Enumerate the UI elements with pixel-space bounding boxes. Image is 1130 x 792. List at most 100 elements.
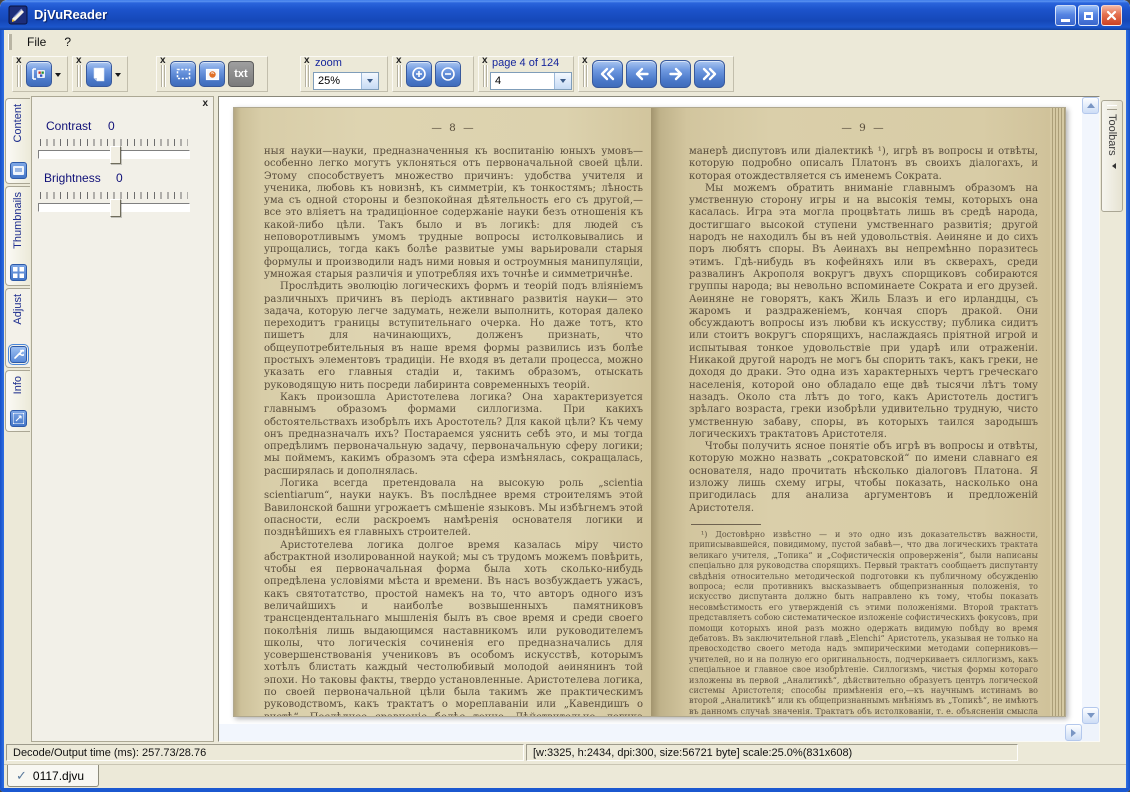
last-page-icon (701, 67, 718, 81)
maximize-button[interactable] (1078, 5, 1099, 26)
title-bar[interactable]: DjVuReader (0, 0, 1130, 30)
toolbar-grip[interactable] (17, 65, 22, 87)
page-paragraph: Мы можемъ обратить вниманіе главнымъ обр… (689, 183, 1038, 441)
page-paragraph: ныя науки—науки, предназначенныя къ восп… (264, 146, 643, 281)
status-decode-time: Decode/Output time (ms): 257.73/28.76 (6, 744, 524, 761)
toolbar-grip[interactable] (305, 65, 310, 87)
window-border-right (1126, 30, 1130, 792)
menu-grip[interactable] (8, 34, 12, 50)
contrast-slider-thumb[interactable] (110, 146, 121, 164)
decode-mode-dropdown-icon[interactable] (55, 73, 61, 80)
footnote-rule (691, 524, 761, 525)
toolbars-tab-grip (1107, 105, 1117, 110)
close-panel-icon[interactable]: x (202, 99, 208, 109)
page-layout-icon (92, 67, 106, 82)
page-paragraph: манерѣ диспутовъ или діалектикѣ ¹), игрѣ… (689, 146, 1038, 183)
status-image-info: [w:3325, h:2434, dpi:300, size:56721 byt… (526, 744, 1018, 761)
page-number-value[interactable]: 4 (491, 73, 554, 89)
selection-rectangle-icon (176, 68, 191, 80)
toolbar-group-zoom: x zoom 25% (300, 56, 388, 92)
page-combo-dropdown-icon[interactable] (554, 73, 571, 89)
toolbar-grip[interactable] (483, 65, 488, 87)
zoom-out-button[interactable] (435, 61, 461, 87)
first-page-icon (599, 67, 616, 81)
toolbar-grip[interactable] (397, 65, 402, 87)
zoom-combobox[interactable]: 25% (313, 72, 379, 90)
app-window: DjVuReader File ? x (0, 0, 1130, 792)
app-icon (8, 5, 28, 25)
scroll-down-button[interactable] (1082, 707, 1099, 724)
toolbar-group-navigation: x (578, 56, 734, 92)
vertical-scrollbar[interactable] (1082, 97, 1099, 724)
sidebar-tab-adjust[interactable]: Adjust (5, 288, 30, 368)
toolbar-grip[interactable] (583, 65, 588, 87)
first-page-button[interactable] (592, 60, 623, 88)
decode-mode-button[interactable] (26, 61, 52, 87)
zoom-in-button[interactable] (406, 61, 432, 87)
document-viewer: — 8 — ныя науки—науки, предназначенныя к… (218, 96, 1100, 742)
window-border-bottom (0, 788, 1130, 792)
scroll-up-button[interactable] (1082, 97, 1099, 114)
toolbar-group-page: x page 4 of 124 4 (478, 56, 574, 92)
tab-label: Info (12, 376, 24, 394)
arrow-right-icon (1071, 729, 1080, 737)
toolbar-group-decode: x (12, 56, 68, 92)
contrast-slider[interactable] (38, 150, 190, 159)
toolbar-grip[interactable] (161, 65, 166, 87)
close-button[interactable] (1101, 5, 1122, 26)
contrast-label: Contrast (46, 119, 91, 133)
next-page-button[interactable] (660, 60, 691, 88)
page-paragraph: Аристотелева логика долгое время казалас… (264, 540, 643, 717)
previous-page-icon (634, 67, 650, 81)
sidebar-tab-thumbnails[interactable]: Thumbnails (5, 186, 30, 286)
text-mode-button[interactable]: txt (228, 61, 254, 87)
scroll-right-button[interactable] (1065, 724, 1082, 741)
page-paragraph: Какъ произошла Аристотелева логика? Она … (264, 392, 643, 478)
zoom-value[interactable]: 25% (314, 73, 361, 89)
sidebar-tab-info[interactable]: Info (5, 370, 30, 432)
page-layout-button[interactable] (86, 61, 112, 87)
right-tab-strip: Toolbars (1100, 96, 1126, 742)
toolbars-tab[interactable]: Toolbars (1101, 100, 1123, 212)
brightness-value: 0 (116, 171, 123, 185)
file-check-icon: ✓ (16, 769, 27, 782)
page-edges (1050, 108, 1065, 716)
thumbnails-icon (10, 264, 27, 281)
minimize-button[interactable] (1055, 5, 1076, 26)
horizontal-scrollbar[interactable] (219, 724, 1082, 741)
page-header: — 8 — (264, 122, 643, 134)
zoom-in-icon (411, 66, 427, 82)
page-count-label: page 4 of 124 (492, 57, 559, 69)
adjust-icon (10, 346, 27, 363)
brightness-label: Brightness (44, 171, 101, 185)
book-spread[interactable]: — 8 — ныя науки—науки, предназначенныя к… (233, 107, 1066, 717)
file-tab[interactable]: ✓ 0117.djvu (7, 765, 99, 787)
image-mode-icon (205, 68, 220, 81)
toolbar-grip[interactable] (77, 65, 82, 87)
content-icon (10, 162, 27, 179)
file-tab-bar: ✓ 0117.djvu (4, 764, 1126, 789)
page-paragraph: Прослѣдить эволюцію логическихъ формъ и … (264, 281, 643, 392)
contrast-ticks (40, 139, 188, 146)
page-number-combobox[interactable]: 4 (490, 72, 572, 90)
page-layout-dropdown-icon[interactable] (115, 73, 121, 80)
select-region-button[interactable] (170, 61, 196, 87)
toolbar: x x (4, 53, 1126, 96)
status-bar: Decode/Output time (ms): 257.73/28.76 [w… (4, 742, 1126, 764)
page-paragraph: Логика всегда претендовала на высокую ро… (264, 478, 643, 539)
image-mode-button[interactable] (199, 61, 225, 87)
next-page-icon (668, 67, 684, 81)
brightness-slider[interactable] (38, 203, 190, 212)
window-border-left (0, 30, 4, 792)
menu-file[interactable]: File (18, 33, 55, 51)
menu-help[interactable]: ? (55, 33, 80, 51)
scrollbar-corner (1082, 724, 1099, 741)
arrow-down-icon (1087, 713, 1095, 722)
sidebar-tab-content[interactable]: Content (5, 98, 30, 184)
last-page-button[interactable] (694, 60, 725, 88)
page-footnote: ¹) Достовѣрно извѣстно — и это одно изъ … (689, 530, 1038, 716)
previous-page-button[interactable] (626, 60, 657, 88)
brightness-slider-thumb[interactable] (110, 199, 121, 217)
window-title: DjVuReader (34, 0, 107, 30)
zoom-combo-dropdown-icon[interactable] (361, 73, 378, 89)
